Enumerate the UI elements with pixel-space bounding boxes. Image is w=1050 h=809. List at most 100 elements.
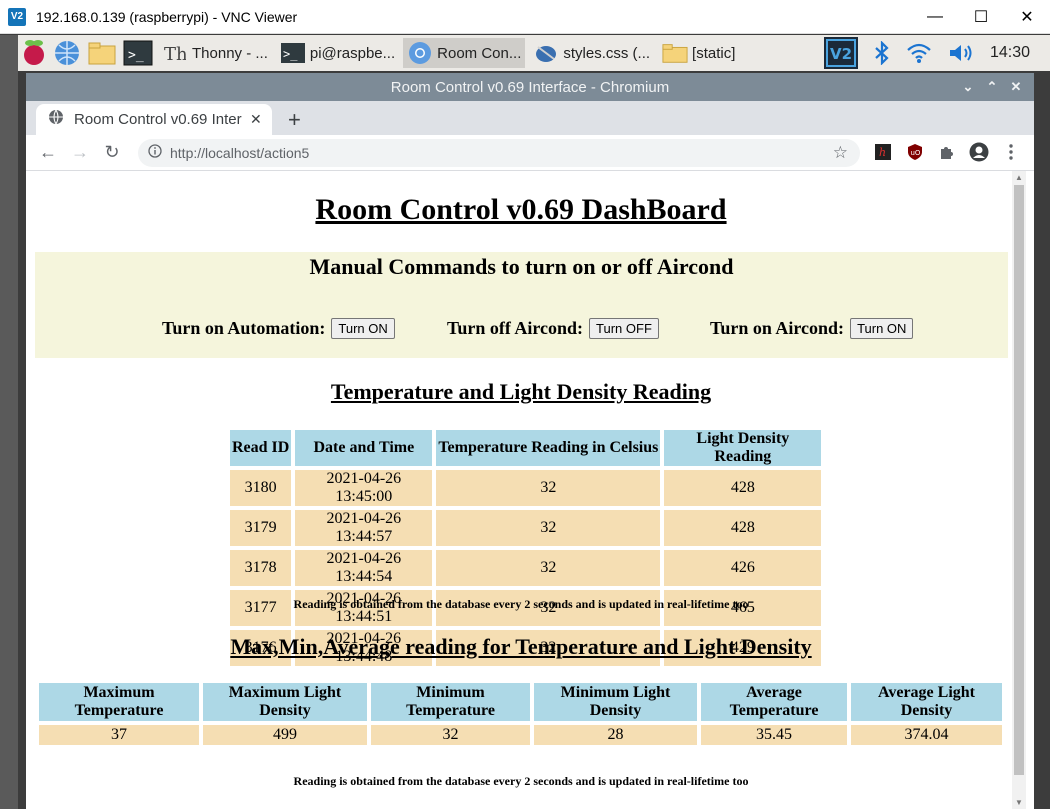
taskbar-item-label: pi@raspbe... (309, 44, 396, 62)
taskbar-item-styles[interactable]: styles.css (... (529, 38, 654, 68)
url-text: http://localhost/action5 (170, 145, 310, 161)
menu-kebab-icon[interactable] (1000, 141, 1022, 163)
browser-toolbar: ← → ↻ http://localhost/action5 ☆ h uO (26, 135, 1034, 171)
manual-commands-panel: Manual Commands to turn on or off Aircon… (35, 252, 1008, 358)
web-browser-icon[interactable] (53, 38, 81, 68)
read-id-cell: 3180 (230, 470, 292, 506)
new-tab-button[interactable]: + (288, 107, 301, 133)
column-header: Average Light Density (851, 683, 1002, 721)
aircond-off-label: Turn off Aircond: (447, 318, 584, 338)
thonny-icon: Th (162, 41, 188, 65)
taskbar-item-label: Thonny - ... (192, 44, 268, 62)
chromium-window-title: Room Control v0.69 Interface - Chromium (390, 78, 670, 96)
svg-text:V2: V2 (830, 45, 852, 63)
vnc-titlebar: V2 192.168.0.139 (raspberrypi) - VNC Vie… (0, 0, 1050, 34)
taskbar-item-chromium[interactable]: Room Con... (403, 38, 526, 68)
wifi-icon[interactable] (906, 42, 932, 64)
info-icon[interactable] (148, 143, 162, 163)
chromium-close-button[interactable]: ✕ (1004, 79, 1028, 95)
address-bar[interactable]: http://localhost/action5 ☆ (138, 139, 860, 167)
back-button[interactable]: ← (32, 142, 64, 163)
temperature-cell: 32 (436, 550, 661, 586)
ublock-icon[interactable]: uO (904, 141, 926, 163)
readings-section-title: Temperature and Light Density Reading (330, 379, 712, 404)
column-header: Light Density Reading (664, 430, 822, 466)
taskbar-item-label: [static] (692, 44, 736, 62)
page-viewport: Room Control v0.69 DashBoard Manual Comm… (26, 171, 1034, 809)
folder-icon (662, 41, 688, 65)
chromium-window-controls: ⌄ ⌃ ✕ (956, 73, 1028, 101)
aircond-on-label: Turn on Aircond: (710, 318, 845, 338)
taskbar-item-terminal[interactable]: >_ pi@raspbe... (276, 38, 399, 68)
taskbar-item-thonny[interactable]: Th Thonny - ... (158, 38, 272, 68)
readings-header-row: Read ID Date and Time Temperature Readin… (230, 430, 822, 466)
browser-tab[interactable]: Room Control v0.69 Inter ✕ (36, 104, 272, 135)
read-id-cell: 3179 (230, 510, 292, 546)
extension-h-icon[interactable]: h (872, 141, 894, 163)
column-header: Date and Time (295, 430, 433, 466)
column-header: Minimum Temperature (371, 683, 530, 721)
maximize-button[interactable]: ☐ (958, 0, 1004, 34)
light-density-cell: 428 (664, 470, 822, 506)
automation-on-button[interactable]: Turn ON (331, 318, 395, 339)
min-temperature-cell: 32 (371, 725, 530, 745)
max-temperature-cell: 37 (39, 725, 199, 745)
terminal-icon[interactable]: >_ (123, 38, 153, 68)
page-scrollbar[interactable]: ▲ ▼ (1012, 171, 1026, 809)
svg-text:uO: uO (911, 149, 921, 157)
tab-title: Room Control v0.69 Inter (74, 111, 242, 128)
chromium-maximize-button[interactable]: ⌃ (980, 79, 1004, 95)
table-row: 37 499 32 28 35.45 374.04 (39, 725, 1002, 745)
window-controls: — ☐ ✕ (912, 0, 1050, 34)
vnc-server-icon[interactable]: V2 (823, 37, 858, 69)
minimize-button[interactable]: — (912, 0, 958, 34)
automation-label: Turn on Automation: (162, 318, 326, 338)
temperature-cell: 32 (436, 510, 661, 546)
bluetooth-icon[interactable] (874, 41, 890, 65)
profile-avatar-icon[interactable] (968, 141, 990, 163)
volume-icon[interactable] (948, 42, 976, 64)
chromium-window: Room Control v0.69 Interface - Chromium … (26, 73, 1034, 809)
column-header: Minimum Light Density (534, 683, 697, 721)
reload-button[interactable]: ↻ (96, 142, 128, 163)
manual-commands-title: Manual Commands to turn on or off Aircon… (309, 254, 734, 279)
column-header: Average Temperature (701, 683, 847, 721)
read-id-cell: 3178 (230, 550, 292, 586)
aircond-on-button[interactable]: Turn ON (850, 318, 914, 339)
tab-strip: Room Control v0.69 Inter ✕ + (26, 101, 1034, 135)
avg-light-density-cell: 374.04 (851, 725, 1002, 745)
column-header: Maximum Light Density (203, 683, 367, 721)
scroll-down-arrow-icon[interactable]: ▼ (1015, 798, 1023, 807)
close-button[interactable]: ✕ (1004, 0, 1050, 34)
datetime-cell: 2021-04-26 13:45:00 (295, 470, 433, 506)
column-header: Maximum Temperature (39, 683, 199, 721)
svg-text:Th: Th (164, 44, 186, 64)
extensions-puzzle-icon[interactable] (936, 141, 958, 163)
svg-text:h: h (879, 146, 886, 159)
pi-taskbar: >_ Th Thonny - ... >_ pi@raspbe... Room … (18, 35, 1050, 71)
scroll-up-arrow-icon[interactable]: ▲ (1015, 173, 1023, 182)
chromium-icon (407, 41, 433, 65)
min-light-density-cell: 28 (534, 725, 697, 745)
aircond-off-button[interactable]: Turn OFF (589, 318, 659, 339)
system-tray: V2 14:30 (816, 35, 1050, 71)
raspberry-menu-icon[interactable] (21, 38, 47, 68)
globe-icon (48, 109, 64, 130)
taskbar-clock: 14:30 (989, 44, 1030, 61)
bookmark-star-icon[interactable]: ☆ (833, 143, 848, 163)
aircond-on-command: Turn on Aircond: Turn ON (710, 318, 914, 339)
automation-command: Turn on Automation: Turn ON (162, 318, 395, 339)
terminal-icon: >_ (280, 41, 306, 65)
scrollbar-thumb[interactable] (1014, 185, 1024, 775)
light-density-cell: 428 (664, 510, 822, 546)
tab-close-icon[interactable]: ✕ (250, 111, 262, 128)
svg-text:>_: >_ (283, 47, 298, 61)
taskbar-item-static-folder[interactable]: [static] (658, 38, 739, 68)
aircond-off-command: Turn off Aircond: Turn OFF (447, 318, 659, 339)
chromium-minimize-button[interactable]: ⌄ (956, 79, 980, 95)
forward-button[interactable]: → (64, 142, 96, 163)
vnc-window-title: 192.168.0.139 (raspberrypi) - VNC Viewer (36, 8, 298, 25)
file-manager-icon[interactable] (87, 38, 117, 68)
readings-note: Reading is obtained from the database ev… (293, 597, 749, 611)
taskbar-item-label: styles.css (... (563, 44, 651, 62)
